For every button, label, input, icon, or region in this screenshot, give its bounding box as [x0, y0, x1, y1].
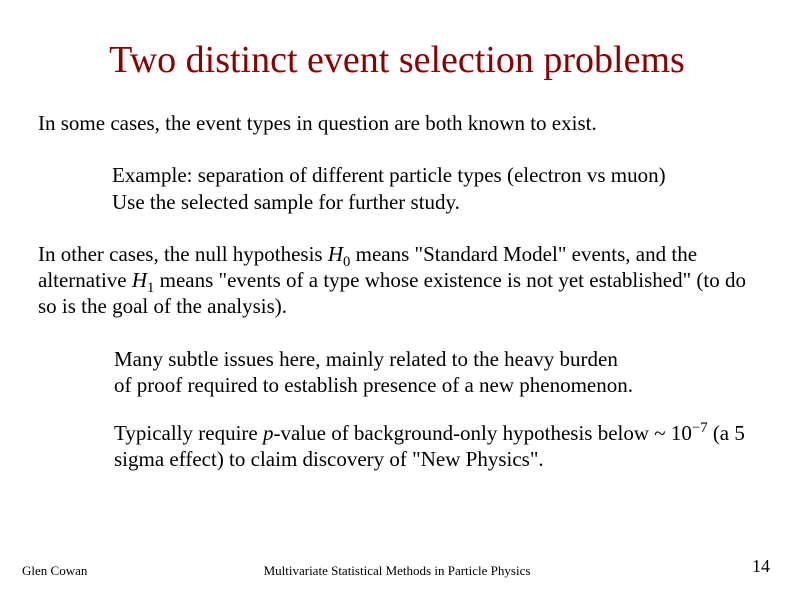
indent3-p: p — [263, 421, 274, 445]
indent3-sup: −7 — [692, 420, 708, 436]
indent1-line2: Use the selected sample for further stud… — [112, 189, 756, 215]
indent3-pre: Typically require — [114, 421, 263, 445]
indent1-line1: Example: separation of different particl… — [112, 162, 756, 188]
indent-block-3: Typically require p-value of background-… — [114, 420, 756, 473]
slide-title: Two distinct event selection problems — [0, 0, 794, 82]
indent3-mid: -value of background-only hypothesis bel… — [273, 421, 691, 445]
indent-block-1: Example: separation of different particl… — [112, 162, 756, 215]
para2-H1-H: H — [132, 268, 147, 292]
para2-pre: In other cases, the null hypothesis — [38, 242, 328, 266]
indent2-line1: Many subtle issues here, mainly related … — [114, 346, 756, 372]
slide-content: In some cases, the event types in questi… — [0, 82, 794, 473]
page-number: 14 — [752, 556, 770, 577]
indent2-line2: of proof required to establish presence … — [114, 372, 756, 398]
indent-block-2: Many subtle issues here, mainly related … — [114, 346, 756, 399]
paragraph-2: In other cases, the null hypothesis H0 m… — [38, 241, 756, 320]
paragraph-1: In some cases, the event types in questi… — [38, 110, 756, 136]
footer-title: Multivariate Statistical Methods in Part… — [0, 563, 794, 579]
para2-H0-H: H — [328, 242, 343, 266]
